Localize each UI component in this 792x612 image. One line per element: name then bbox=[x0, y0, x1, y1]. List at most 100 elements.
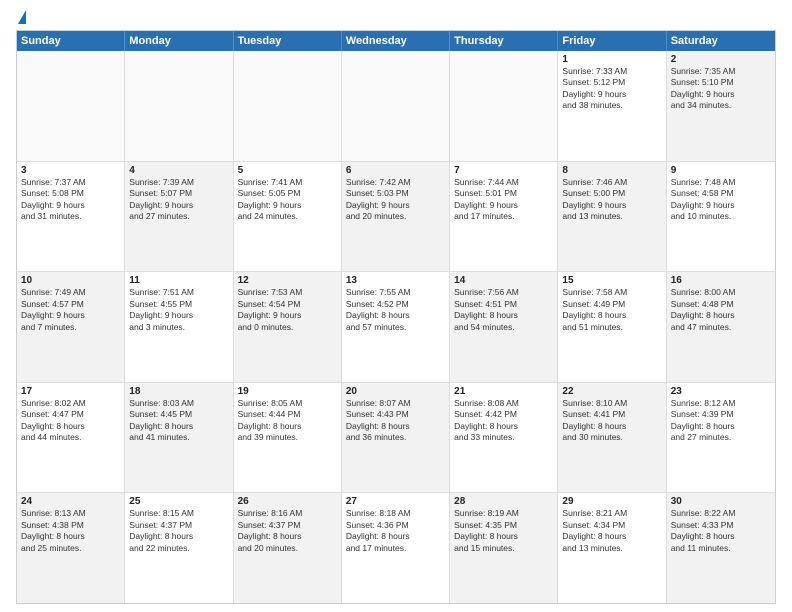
empty-cell bbox=[17, 51, 125, 161]
day-1: 1Sunrise: 7:33 AM Sunset: 5:12 PM Daylig… bbox=[558, 51, 666, 161]
calendar-week-2: 3Sunrise: 7:37 AM Sunset: 5:08 PM Daylig… bbox=[17, 161, 775, 272]
day-number: 7 bbox=[454, 165, 553, 176]
day-number: 30 bbox=[671, 496, 771, 507]
calendar: SundayMondayTuesdayWednesdayThursdayFrid… bbox=[16, 30, 776, 604]
day-number: 1 bbox=[562, 54, 661, 65]
header-day-sunday: Sunday bbox=[17, 31, 125, 51]
logo-triangle-icon bbox=[18, 10, 26, 24]
day-5: 5Sunrise: 7:41 AM Sunset: 5:05 PM Daylig… bbox=[234, 162, 342, 272]
day-info: Sunrise: 8:05 AM Sunset: 4:44 PM Dayligh… bbox=[238, 398, 337, 444]
day-info: Sunrise: 8:00 AM Sunset: 4:48 PM Dayligh… bbox=[671, 287, 771, 333]
day-number: 8 bbox=[562, 165, 661, 176]
calendar-week-3: 10Sunrise: 7:49 AM Sunset: 4:57 PM Dayli… bbox=[17, 271, 775, 382]
page: SundayMondayTuesdayWednesdayThursdayFrid… bbox=[0, 0, 792, 612]
day-14: 14Sunrise: 7:56 AM Sunset: 4:51 PM Dayli… bbox=[450, 272, 558, 382]
header-day-monday: Monday bbox=[125, 31, 233, 51]
day-info: Sunrise: 8:02 AM Sunset: 4:47 PM Dayligh… bbox=[21, 398, 120, 444]
day-4: 4Sunrise: 7:39 AM Sunset: 5:07 PM Daylig… bbox=[125, 162, 233, 272]
day-info: Sunrise: 8:22 AM Sunset: 4:33 PM Dayligh… bbox=[671, 508, 771, 554]
day-29: 29Sunrise: 8:21 AM Sunset: 4:34 PM Dayli… bbox=[558, 493, 666, 603]
day-info: Sunrise: 7:39 AM Sunset: 5:07 PM Dayligh… bbox=[129, 177, 228, 223]
day-info: Sunrise: 8:16 AM Sunset: 4:37 PM Dayligh… bbox=[238, 508, 337, 554]
day-info: Sunrise: 8:15 AM Sunset: 4:37 PM Dayligh… bbox=[129, 508, 228, 554]
day-info: Sunrise: 8:18 AM Sunset: 4:36 PM Dayligh… bbox=[346, 508, 445, 554]
day-number: 12 bbox=[238, 275, 337, 286]
day-22: 22Sunrise: 8:10 AM Sunset: 4:41 PM Dayli… bbox=[558, 383, 666, 493]
header bbox=[16, 12, 776, 24]
day-number: 25 bbox=[129, 496, 228, 507]
header-day-saturday: Saturday bbox=[667, 31, 775, 51]
day-24: 24Sunrise: 8:13 AM Sunset: 4:38 PM Dayli… bbox=[17, 493, 125, 603]
day-8: 8Sunrise: 7:46 AM Sunset: 5:00 PM Daylig… bbox=[558, 162, 666, 272]
header-day-thursday: Thursday bbox=[450, 31, 558, 51]
day-21: 21Sunrise: 8:08 AM Sunset: 4:42 PM Dayli… bbox=[450, 383, 558, 493]
day-info: Sunrise: 8:13 AM Sunset: 4:38 PM Dayligh… bbox=[21, 508, 120, 554]
day-info: Sunrise: 7:44 AM Sunset: 5:01 PM Dayligh… bbox=[454, 177, 553, 223]
day-number: 23 bbox=[671, 386, 771, 397]
day-12: 12Sunrise: 7:53 AM Sunset: 4:54 PM Dayli… bbox=[234, 272, 342, 382]
day-info: Sunrise: 7:53 AM Sunset: 4:54 PM Dayligh… bbox=[238, 287, 337, 333]
day-info: Sunrise: 8:03 AM Sunset: 4:45 PM Dayligh… bbox=[129, 398, 228, 444]
day-number: 28 bbox=[454, 496, 553, 507]
day-number: 2 bbox=[671, 54, 771, 65]
day-number: 15 bbox=[562, 275, 661, 286]
day-11: 11Sunrise: 7:51 AM Sunset: 4:55 PM Dayli… bbox=[125, 272, 233, 382]
empty-cell bbox=[342, 51, 450, 161]
calendar-week-5: 24Sunrise: 8:13 AM Sunset: 4:38 PM Dayli… bbox=[17, 492, 775, 603]
day-info: Sunrise: 7:51 AM Sunset: 4:55 PM Dayligh… bbox=[129, 287, 228, 333]
day-info: Sunrise: 7:56 AM Sunset: 4:51 PM Dayligh… bbox=[454, 287, 553, 333]
day-info: Sunrise: 8:21 AM Sunset: 4:34 PM Dayligh… bbox=[562, 508, 661, 554]
day-27: 27Sunrise: 8:18 AM Sunset: 4:36 PM Dayli… bbox=[342, 493, 450, 603]
empty-cell bbox=[125, 51, 233, 161]
day-info: Sunrise: 7:37 AM Sunset: 5:08 PM Dayligh… bbox=[21, 177, 120, 223]
day-number: 24 bbox=[21, 496, 120, 507]
day-number: 16 bbox=[671, 275, 771, 286]
day-25: 25Sunrise: 8:15 AM Sunset: 4:37 PM Dayli… bbox=[125, 493, 233, 603]
day-10: 10Sunrise: 7:49 AM Sunset: 4:57 PM Dayli… bbox=[17, 272, 125, 382]
day-info: Sunrise: 8:19 AM Sunset: 4:35 PM Dayligh… bbox=[454, 508, 553, 554]
day-30: 30Sunrise: 8:22 AM Sunset: 4:33 PM Dayli… bbox=[667, 493, 775, 603]
calendar-header: SundayMondayTuesdayWednesdayThursdayFrid… bbox=[17, 31, 775, 51]
day-number: 14 bbox=[454, 275, 553, 286]
day-number: 9 bbox=[671, 165, 771, 176]
day-number: 3 bbox=[21, 165, 120, 176]
day-number: 11 bbox=[129, 275, 228, 286]
day-info: Sunrise: 7:55 AM Sunset: 4:52 PM Dayligh… bbox=[346, 287, 445, 333]
day-info: Sunrise: 8:10 AM Sunset: 4:41 PM Dayligh… bbox=[562, 398, 661, 444]
day-info: Sunrise: 7:46 AM Sunset: 5:00 PM Dayligh… bbox=[562, 177, 661, 223]
day-info: Sunrise: 8:12 AM Sunset: 4:39 PM Dayligh… bbox=[671, 398, 771, 444]
day-number: 27 bbox=[346, 496, 445, 507]
day-7: 7Sunrise: 7:44 AM Sunset: 5:01 PM Daylig… bbox=[450, 162, 558, 272]
calendar-week-1: 1Sunrise: 7:33 AM Sunset: 5:12 PM Daylig… bbox=[17, 51, 775, 161]
day-number: 6 bbox=[346, 165, 445, 176]
day-3: 3Sunrise: 7:37 AM Sunset: 5:08 PM Daylig… bbox=[17, 162, 125, 272]
day-number: 4 bbox=[129, 165, 228, 176]
day-26: 26Sunrise: 8:16 AM Sunset: 4:37 PM Dayli… bbox=[234, 493, 342, 603]
day-19: 19Sunrise: 8:05 AM Sunset: 4:44 PM Dayli… bbox=[234, 383, 342, 493]
day-number: 21 bbox=[454, 386, 553, 397]
empty-cell bbox=[450, 51, 558, 161]
day-23: 23Sunrise: 8:12 AM Sunset: 4:39 PM Dayli… bbox=[667, 383, 775, 493]
day-16: 16Sunrise: 8:00 AM Sunset: 4:48 PM Dayli… bbox=[667, 272, 775, 382]
day-number: 20 bbox=[346, 386, 445, 397]
day-6: 6Sunrise: 7:42 AM Sunset: 5:03 PM Daylig… bbox=[342, 162, 450, 272]
day-17: 17Sunrise: 8:02 AM Sunset: 4:47 PM Dayli… bbox=[17, 383, 125, 493]
day-info: Sunrise: 7:48 AM Sunset: 4:58 PM Dayligh… bbox=[671, 177, 771, 223]
day-info: Sunrise: 7:42 AM Sunset: 5:03 PM Dayligh… bbox=[346, 177, 445, 223]
day-number: 13 bbox=[346, 275, 445, 286]
header-day-tuesday: Tuesday bbox=[234, 31, 342, 51]
day-info: Sunrise: 7:35 AM Sunset: 5:10 PM Dayligh… bbox=[671, 66, 771, 112]
day-number: 22 bbox=[562, 386, 661, 397]
day-number: 5 bbox=[238, 165, 337, 176]
day-13: 13Sunrise: 7:55 AM Sunset: 4:52 PM Dayli… bbox=[342, 272, 450, 382]
header-day-friday: Friday bbox=[558, 31, 666, 51]
calendar-body: 1Sunrise: 7:33 AM Sunset: 5:12 PM Daylig… bbox=[17, 51, 775, 603]
day-number: 10 bbox=[21, 275, 120, 286]
day-number: 26 bbox=[238, 496, 337, 507]
day-info: Sunrise: 8:08 AM Sunset: 4:42 PM Dayligh… bbox=[454, 398, 553, 444]
day-info: Sunrise: 7:58 AM Sunset: 4:49 PM Dayligh… bbox=[562, 287, 661, 333]
day-28: 28Sunrise: 8:19 AM Sunset: 4:35 PM Dayli… bbox=[450, 493, 558, 603]
day-number: 29 bbox=[562, 496, 661, 507]
day-18: 18Sunrise: 8:03 AM Sunset: 4:45 PM Dayli… bbox=[125, 383, 233, 493]
day-info: Sunrise: 8:07 AM Sunset: 4:43 PM Dayligh… bbox=[346, 398, 445, 444]
